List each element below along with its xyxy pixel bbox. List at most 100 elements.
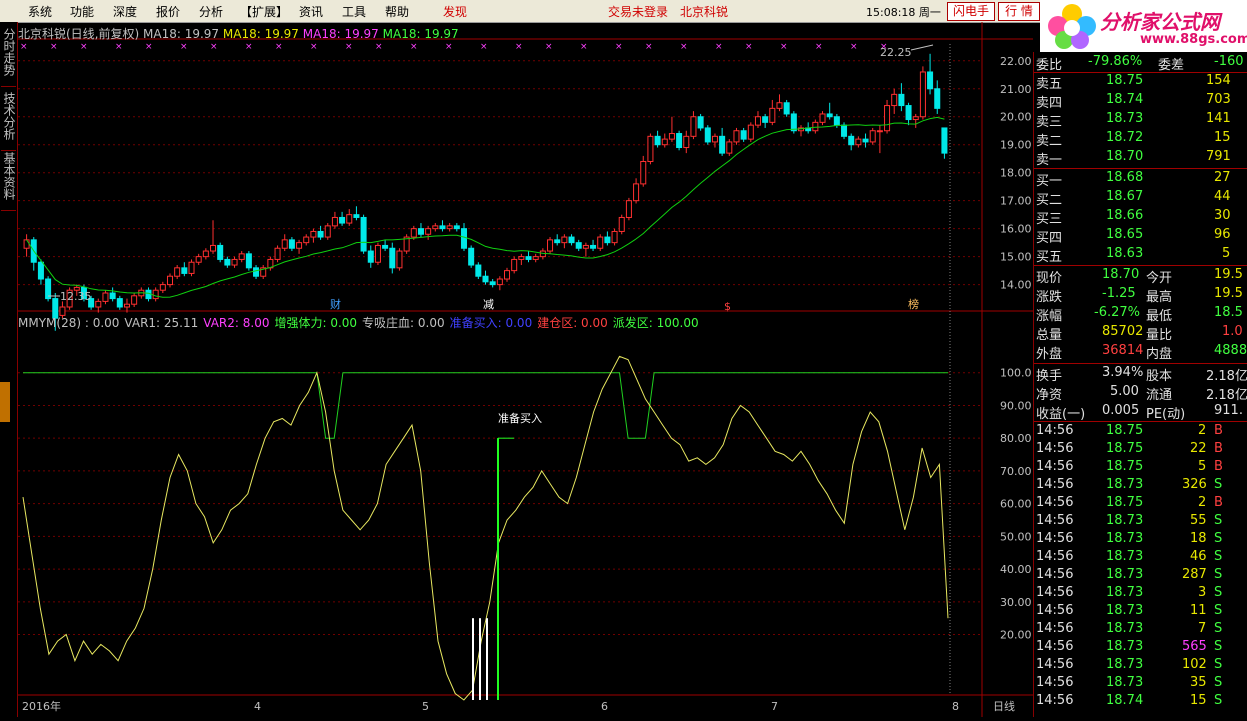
tab-time-share[interactable]: 分时走势 <box>1 28 16 87</box>
candle-body[interactable] <box>131 295 138 305</box>
candle-body[interactable] <box>468 247 475 266</box>
candle-body[interactable] <box>231 258 238 266</box>
candle-body[interactable] <box>654 135 661 146</box>
candle-body[interactable] <box>934 88 941 109</box>
candle-body[interactable] <box>310 230 317 238</box>
candle-body[interactable] <box>281 239 288 249</box>
candle-body[interactable] <box>590 244 597 249</box>
candle-body[interactable] <box>525 256 532 260</box>
candle-body[interactable] <box>568 236 575 244</box>
candle-body[interactable] <box>496 278 503 286</box>
candle-body[interactable] <box>324 225 331 238</box>
candle-body[interactable] <box>159 284 166 291</box>
candle-body[interactable] <box>848 135 855 146</box>
candle-body[interactable] <box>195 256 202 263</box>
candle-body[interactable] <box>661 138 668 146</box>
candle-body[interactable] <box>453 225 460 230</box>
candle-body[interactable] <box>475 264 482 277</box>
candle-body[interactable] <box>303 236 310 244</box>
candle-body[interactable] <box>575 242 582 249</box>
candle-body[interactable] <box>790 113 797 132</box>
candle-body[interactable] <box>504 270 511 280</box>
candle-body[interactable] <box>762 116 769 123</box>
menu-discover[interactable]: 发现 <box>443 3 467 20</box>
menu-function[interactable]: 功能 <box>70 3 94 20</box>
candle-body[interactable] <box>439 225 446 230</box>
candle-body[interactable] <box>819 113 826 123</box>
period-label[interactable]: 日线 <box>993 699 1015 713</box>
candle-body[interactable] <box>891 93 898 107</box>
candle-body[interactable] <box>174 267 181 277</box>
candle-body[interactable] <box>876 130 883 133</box>
candle-body[interactable] <box>676 133 683 149</box>
candle-body[interactable] <box>747 124 754 140</box>
menu-help[interactable]: 帮助 <box>385 3 409 20</box>
candle-body[interactable] <box>704 127 711 143</box>
menu-tools[interactable]: 工具 <box>342 3 366 20</box>
candle-body[interactable] <box>518 256 525 260</box>
candle-body[interactable] <box>181 267 188 274</box>
candle-body[interactable] <box>482 275 489 283</box>
candle-body[interactable] <box>611 230 618 244</box>
candle-body[interactable] <box>360 216 367 252</box>
candle-body[interactable] <box>812 121 819 132</box>
stock-name-link[interactable]: 北京科锐 <box>680 3 728 20</box>
candle-body[interactable] <box>561 236 568 244</box>
candle-body[interactable] <box>217 244 224 260</box>
candle-body[interactable] <box>912 116 919 121</box>
candle-body[interactable] <box>826 113 833 118</box>
event-marker-reduce[interactable]: 减 <box>483 298 494 311</box>
candle-body[interactable] <box>532 256 539 260</box>
candle-body[interactable] <box>547 239 554 252</box>
candle-body[interactable] <box>389 247 396 269</box>
candle-body[interactable] <box>188 261 195 274</box>
candle-body[interactable] <box>410 228 417 238</box>
event-marker-list[interactable]: 榜 <box>908 297 919 311</box>
candle-body[interactable] <box>597 236 604 249</box>
candle-body[interactable] <box>274 247 281 260</box>
candle-body[interactable] <box>353 214 360 218</box>
candle-body[interactable] <box>166 275 174 286</box>
candle-body[interactable] <box>511 258 518 272</box>
candle-body[interactable] <box>905 105 912 121</box>
candle-body[interactable] <box>668 133 675 140</box>
candle-body[interactable] <box>238 253 245 260</box>
candle-body[interactable] <box>582 244 589 249</box>
menu-news[interactable]: 资讯 <box>299 3 323 20</box>
candle-body[interactable] <box>432 225 439 230</box>
candle-body[interactable] <box>683 135 690 149</box>
candle-body[interactable] <box>417 228 424 235</box>
candle-body[interactable] <box>640 161 647 185</box>
candle-body[interactable] <box>253 267 260 277</box>
candle-body[interactable] <box>95 300 102 308</box>
candle-body[interactable] <box>776 102 783 109</box>
menu-extend[interactable]: 【扩展】 <box>240 3 288 20</box>
candle-body[interactable] <box>123 303 130 308</box>
candle-body[interactable] <box>37 261 44 280</box>
candle-body[interactable] <box>841 124 848 137</box>
candle-body[interactable] <box>719 135 726 154</box>
candle-body[interactable] <box>446 225 453 230</box>
candle-body[interactable] <box>833 116 840 126</box>
candle-body[interactable] <box>367 250 374 263</box>
tab-fundamentals[interactable]: 基本资料 <box>1 152 16 211</box>
candle-body[interactable] <box>769 107 776 123</box>
tab-technical-analysis[interactable]: 技术分析 <box>1 92 16 151</box>
login-status[interactable]: 交易未登录 <box>608 3 668 20</box>
flash-trade-button[interactable]: 闪电手 <box>947 2 995 21</box>
candle-body[interactable] <box>245 253 252 269</box>
candle-body[interactable] <box>296 242 303 249</box>
candle-body[interactable] <box>317 230 324 238</box>
candle-body[interactable] <box>152 289 159 300</box>
candle-body[interactable] <box>783 102 790 115</box>
candle-body[interactable] <box>625 200 632 218</box>
candle-body[interactable] <box>869 130 876 143</box>
candle-body[interactable] <box>697 116 704 129</box>
candle-body[interactable] <box>288 239 295 249</box>
candle-body[interactable] <box>116 298 123 308</box>
candle-body[interactable] <box>618 216 625 232</box>
candle-body[interactable] <box>109 292 116 300</box>
candle-body[interactable] <box>210 244 217 252</box>
candle-body[interactable] <box>460 228 467 249</box>
candle-body[interactable] <box>331 216 338 227</box>
